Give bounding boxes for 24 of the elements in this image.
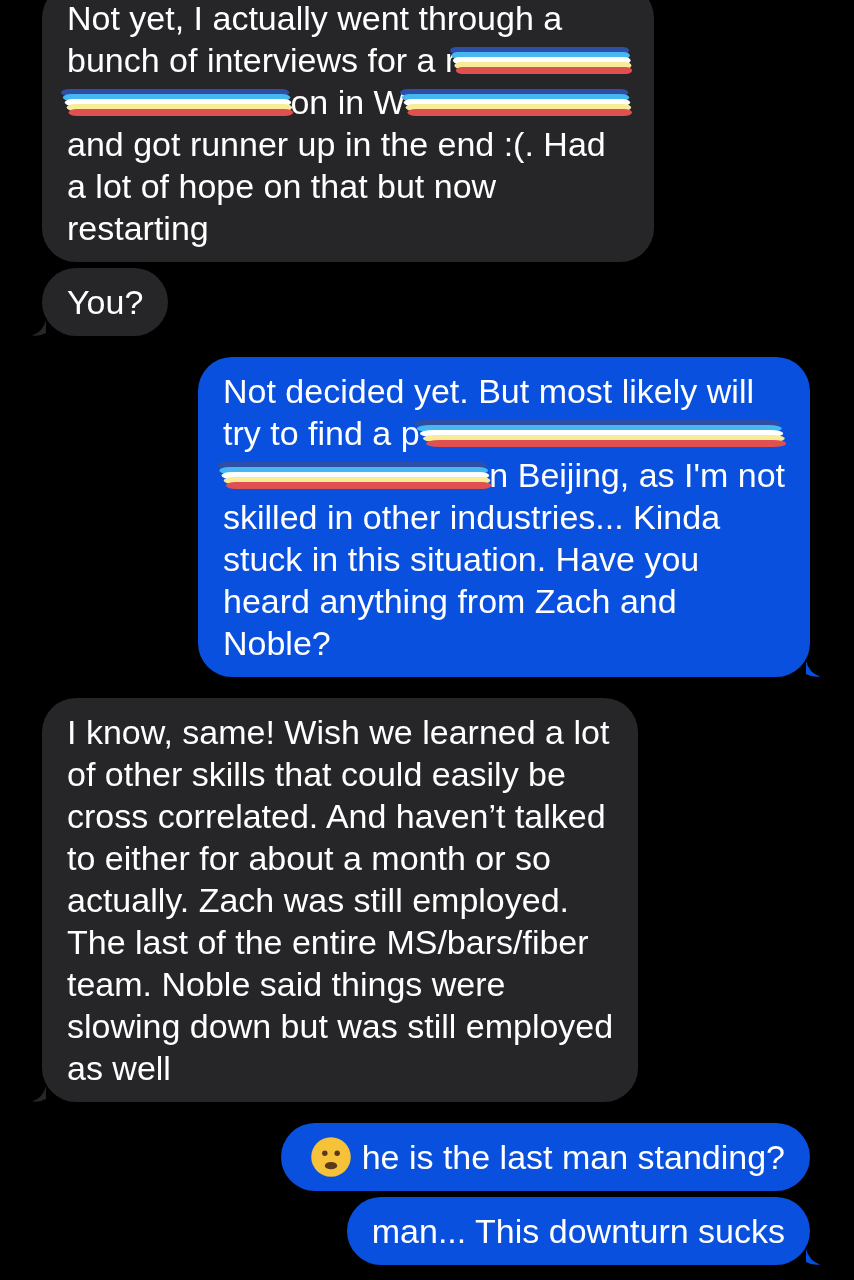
message-text: stuck in this situation. Have you xyxy=(223,539,700,580)
message-text: restarting xyxy=(67,208,209,249)
message-text: he is the last man standing? xyxy=(361,1137,785,1178)
message-text: of other skills that could easily be xyxy=(67,754,566,795)
message-text: Not decided yet. But most likely will xyxy=(223,371,754,412)
message-text: as well xyxy=(67,1048,171,1089)
message-text: n Beijing, as I'm not xyxy=(489,455,785,496)
message-text: actually. Zach was still employed. xyxy=(67,880,569,921)
message-text: You? xyxy=(67,282,144,323)
message-text: try to find a p xyxy=(223,413,420,454)
message-text: Not yet, I actually went through a xyxy=(67,0,563,39)
message-text: skilled in other industries... Kinda xyxy=(223,497,721,538)
message-text: team. Noble said things were xyxy=(67,964,506,1005)
message-text: Noble? xyxy=(223,623,331,664)
frowning-face-icon xyxy=(309,1136,352,1178)
message-text: The last of the entire MS/bars/fiber xyxy=(67,922,589,963)
message-text: a lot of hope on that but now xyxy=(67,166,497,207)
message-text: heard anything from Zach and xyxy=(223,581,677,622)
message-text: slowing down but was still employed xyxy=(67,1006,614,1047)
message-text: I know, same! Wish we learned a lot xyxy=(67,712,610,753)
message-text: cross correlated. And haven’t talked xyxy=(67,796,606,837)
message-text: to either for about a month or so xyxy=(67,838,551,879)
message-text: man... This downturn sucks xyxy=(371,1211,785,1252)
message-text: and got runner up in the end :(. Had xyxy=(67,124,606,165)
